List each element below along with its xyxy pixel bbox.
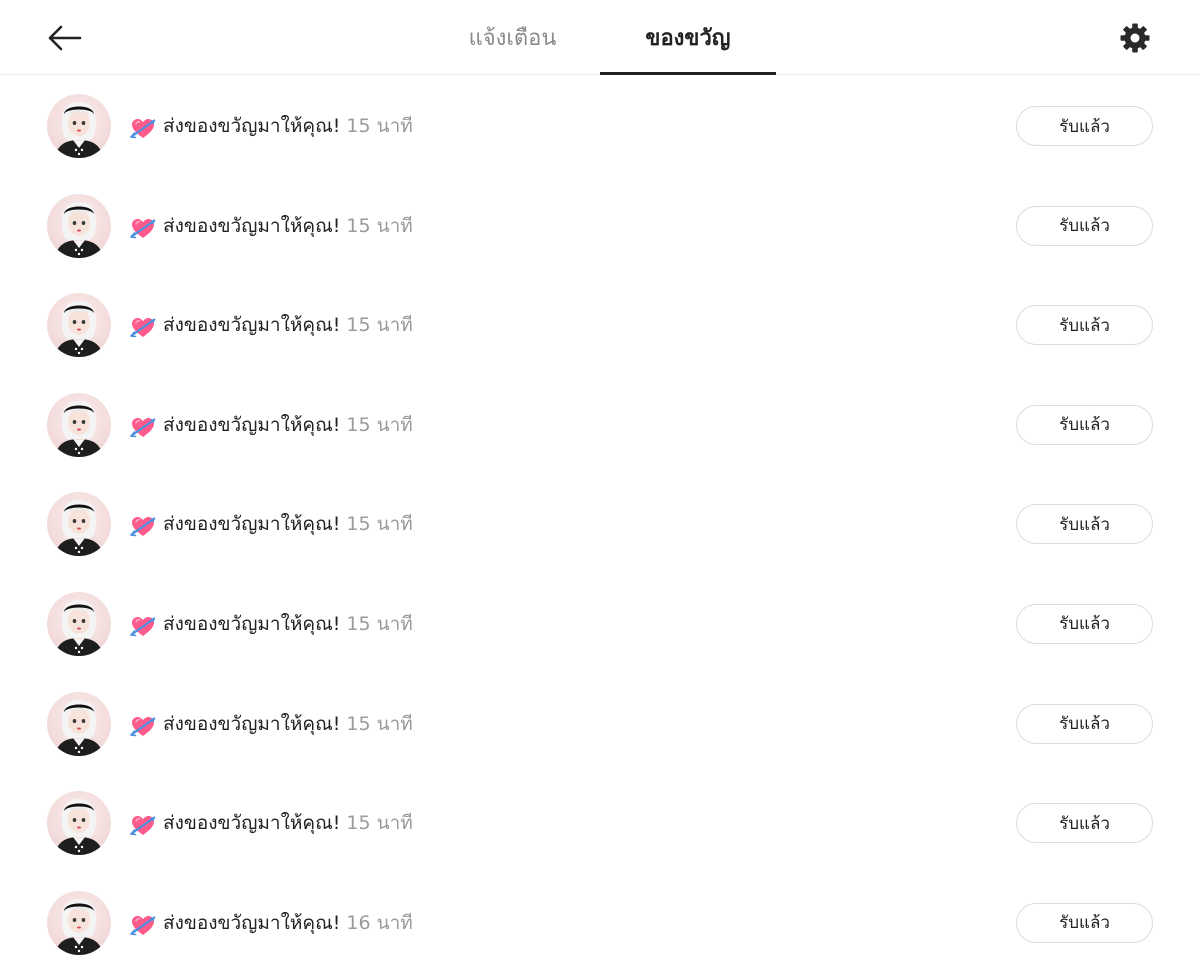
avatar-image [55, 102, 103, 158]
avatar-image [55, 500, 103, 557]
received-button-label: รับแล้ว [1059, 216, 1110, 237]
gift-message: ส่งของขวัญมาให้คุณ! 15 นาที [163, 212, 413, 240]
gift-message-text: ส่งของขวัญมาให้คุณ! [163, 314, 341, 337]
gift-time: 15 นาที [346, 513, 413, 536]
heart-with-arrow-icon [130, 318, 156, 338]
gift-row: ส่งของขวัญมาให้คุณ! 15 นาที รับแล้ว [0, 474, 1200, 574]
gift-message-text: ส่งของขวัญมาให้คุณ! [163, 612, 341, 635]
gift-message-text: ส่งของขวัญมาให้คุณ! [163, 214, 341, 237]
gift-row: ส่งของขวัญมาให้คุณ! 15 นาที รับแล้ว [0, 674, 1200, 774]
gift-time: 15 นาที [346, 314, 413, 337]
gift-time: 15 นาที [346, 812, 413, 835]
received-button[interactable]: รับแล้ว [1016, 205, 1153, 246]
received-button[interactable]: รับแล้ว [1016, 603, 1153, 644]
tab-gifts-label: ของขวัญ [645, 26, 731, 51]
heart-with-arrow-icon [130, 816, 156, 836]
gift-row: ส่งของขวัญมาให้คุณ! 15 นาที รับแล้ว [0, 773, 1200, 873]
gift-row: ส่งของขวัญมาให้คุณ! 15 นาที รับแล้ว [0, 574, 1200, 674]
received-button[interactable]: รับแล้ว [1016, 106, 1153, 146]
avatar-image [55, 699, 103, 756]
gift-message: ส่งของขวัญมาให้คุณ! 15 นาที [163, 710, 413, 738]
back-button[interactable] [40, 18, 88, 58]
avatar[interactable] [47, 94, 111, 158]
received-button-label: รับแล้ว [1059, 116, 1110, 137]
gift-message-text: ส่งของขวัญมาให้คุณ! [163, 115, 341, 137]
gift-message: ส่งของขวัญมาให้คุณ! 15 นาที [163, 809, 413, 837]
gift-message-text: ส่งของขวัญมาให้คุณ! [163, 413, 341, 436]
active-tab-indicator [600, 72, 776, 75]
gift-message: ส่งของขวัญมาให้คุณ! 15 นาที [163, 510, 413, 538]
received-button-label: รับแล้ว [1059, 514, 1110, 535]
gift-row: ส่งของขวัญมาให้คุณ! 15 นาที รับแล้ว [0, 375, 1200, 475]
received-button[interactable]: รับแล้ว [1016, 803, 1153, 844]
avatar[interactable] [47, 193, 111, 258]
avatar[interactable] [47, 293, 111, 358]
tab-gifts[interactable]: ของขวัญ [600, 0, 776, 75]
gift-time: 15 นาที [346, 612, 413, 635]
gift-message: ส่งของขวัญมาให้คุณ! 16 นาที [163, 909, 413, 937]
avatar-image [55, 898, 103, 955]
gift-time: 16 นาที [346, 911, 413, 934]
tab-notifications[interactable]: แจ้งเตือน [425, 0, 600, 75]
gift-message-text: ส่งของขวัญมาให้คุณ! [163, 911, 341, 934]
avatar[interactable] [47, 591, 111, 656]
heart-with-arrow-icon [130, 119, 156, 139]
gift-message: ส่งของขวัญมาให้คุณ! 15 นาที [163, 610, 413, 638]
gift-time: 15 นาที [346, 115, 413, 137]
received-button[interactable]: รับแล้ว [1016, 902, 1153, 943]
avatar-image [55, 400, 103, 457]
settings-button[interactable] [1112, 16, 1158, 60]
gift-row: ส่งของขวัญมาให้คุณ! 16 นาที รับแล้ว [0, 873, 1200, 973]
arrow-left-icon [48, 25, 82, 51]
received-button[interactable]: รับแล้ว [1016, 504, 1153, 545]
avatar[interactable] [47, 691, 111, 756]
received-button-label: รับแล้ว [1059, 714, 1110, 735]
gear-icon [1120, 23, 1150, 53]
gift-list: ส่งของขวัญมาให้คุณ! 15 นาที รับแล้ว ส่งข… [0, 76, 1200, 972]
gift-message: ส่งของขวัญมาให้คุณ! 15 นาที [163, 311, 413, 339]
heart-with-arrow-icon [130, 716, 156, 736]
received-button-label: รับแล้ว [1059, 315, 1110, 336]
received-button-label: รับแล้ว [1059, 614, 1110, 635]
gift-time: 15 นาที [346, 413, 413, 436]
avatar-image [55, 201, 103, 258]
gift-time: 15 นาที [346, 214, 413, 237]
heart-with-arrow-icon [130, 915, 156, 936]
heart-with-arrow-icon [130, 517, 156, 537]
gift-time: 15 นาที [346, 712, 413, 735]
avatar[interactable] [47, 392, 111, 457]
received-button-label: รับแล้ว [1059, 813, 1110, 834]
heart-with-arrow-icon [130, 218, 156, 238]
gift-row: ส่งของขวัญมาให้คุณ! 15 นาที รับแล้ว [0, 176, 1200, 276]
heart-with-arrow-icon [130, 616, 156, 637]
gift-row: ส่งของขวัญมาให้คุณ! 15 นาที รับแล้ว [0, 275, 1200, 375]
received-button[interactable]: รับแล้ว [1016, 703, 1153, 744]
avatar-image [55, 599, 103, 656]
gift-row: ส่งของขวัญมาให้คุณ! 15 นาที รับแล้ว [0, 76, 1200, 176]
avatar[interactable] [47, 791, 111, 856]
avatar[interactable] [47, 492, 111, 557]
heart-with-arrow-icon [130, 417, 156, 438]
top-bar: แจ้งเตือน ของขวัญ [0, 0, 1200, 75]
received-button-label: รับแล้ว [1059, 913, 1110, 934]
gift-message-text: ส่งของขวัญมาให้คุณ! [163, 513, 341, 536]
tab-notifications-label: แจ้งเตือน [468, 26, 557, 51]
received-button-label: รับแล้ว [1059, 415, 1110, 436]
gift-message-text: ส่งของขวัญมาให้คุณ! [163, 812, 341, 835]
gift-message: ส่งของขวัญมาให้คุณ! 15 นาที [163, 112, 413, 140]
gift-message: ส่งของขวัญมาให้คุณ! 15 นาที [163, 411, 413, 439]
avatar-image [55, 799, 103, 856]
received-button[interactable]: รับแล้ว [1016, 305, 1153, 346]
received-button[interactable]: รับแล้ว [1016, 404, 1153, 445]
avatar[interactable] [47, 890, 111, 955]
avatar-image [55, 301, 103, 358]
gift-message-text: ส่งของขวัญมาให้คุณ! [163, 712, 341, 735]
